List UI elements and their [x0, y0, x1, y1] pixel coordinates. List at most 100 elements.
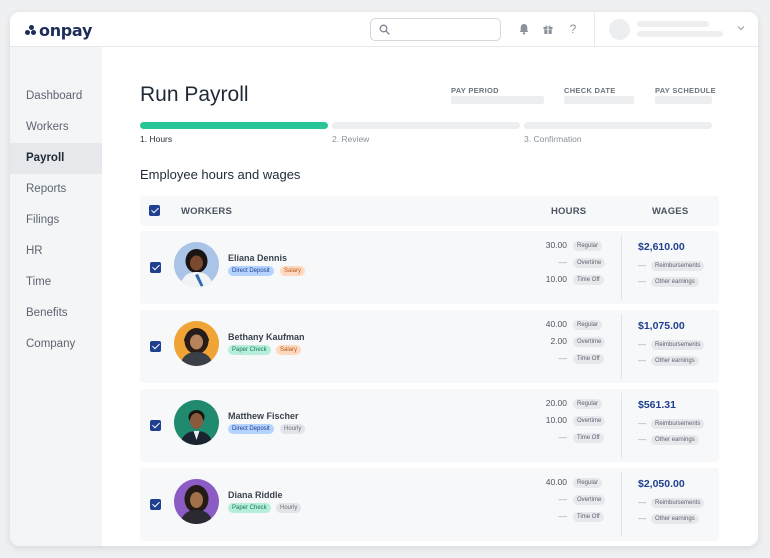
sidebar-item-dashboard[interactable]: Dashboard: [10, 81, 102, 112]
pay-period-label: PAY PERIOD: [451, 86, 499, 95]
section-title: Employee hours and wages: [140, 167, 301, 182]
other-earnings-dash: —: [638, 277, 646, 286]
help-icon[interactable]: ?: [566, 22, 580, 36]
reimbursements-dash: —: [638, 419, 646, 428]
employee-photo: [174, 479, 219, 524]
sidebar-item-payroll[interactable]: Payroll: [10, 143, 102, 174]
wage-total: $1,075.00: [638, 320, 685, 332]
regular-hours-input[interactable]: 30.00: [546, 240, 567, 250]
other-earnings-dash: —: [638, 514, 646, 523]
other-earnings-tag[interactable]: Other earnings: [651, 277, 699, 287]
user-company-placeholder: [637, 31, 723, 37]
step-review-progress: [332, 122, 520, 129]
sidebar-item-time[interactable]: Time: [10, 267, 102, 298]
other-earnings-dash: —: [638, 435, 646, 444]
table-row[interactable]: Eliana Dennis Direct Deposit Salary 30.0…: [140, 231, 719, 304]
row-checkbox[interactable]: [150, 499, 161, 510]
step-hours-label[interactable]: 1. Hours: [140, 134, 172, 144]
reimbursements-dash: —: [638, 498, 646, 507]
payment-method-badge: Direct Deposit: [228, 424, 274, 434]
step-confirmation-label[interactable]: 3. Confirmation: [524, 134, 582, 144]
reimbursements-tag[interactable]: Reimbursements: [651, 419, 705, 429]
check-date-value: [564, 96, 634, 104]
table-row[interactable]: Matthew Fischer Direct Deposit Hourly 20…: [140, 389, 719, 462]
employee-name[interactable]: Bethany Kaufman: [228, 332, 305, 342]
overtime-hours-input[interactable]: 2.00: [550, 336, 567, 346]
sidebar-item-filings[interactable]: Filings: [10, 205, 102, 236]
row-checkbox[interactable]: [150, 262, 161, 273]
overtime-hours-input[interactable]: —: [559, 494, 568, 504]
onpay-logo[interactable]: onpay: [25, 20, 93, 40]
sidebar-nav: Dashboard Workers Payroll Reports Filing…: [10, 47, 102, 546]
logo-mark-icon: [25, 24, 38, 36]
hours-column-header[interactable]: HOURS: [551, 206, 586, 217]
user-name-placeholder: [637, 21, 709, 27]
step-review-label[interactable]: 2. Review: [332, 134, 369, 144]
overtime-tag: Overtime: [573, 495, 606, 505]
other-earnings-tag[interactable]: Other earnings: [651, 514, 699, 524]
sidebar-item-reports[interactable]: Reports: [10, 174, 102, 205]
overtime-hours-input[interactable]: —: [559, 257, 568, 267]
logo-text: onpay: [39, 20, 93, 40]
sidebar-item-hr[interactable]: HR: [10, 236, 102, 267]
table-header: WORKERS HOURS WAGES: [140, 196, 719, 226]
workers-column-header[interactable]: WORKERS: [181, 206, 232, 217]
employee-name[interactable]: Eliana Dennis: [228, 253, 287, 263]
column-divider: [621, 235, 622, 300]
other-earnings-tag[interactable]: Other earnings: [651, 356, 699, 366]
wage-total: $561.31: [638, 399, 676, 411]
reimbursements-dash: —: [638, 340, 646, 349]
wages-column-header[interactable]: WAGES: [652, 206, 688, 217]
employee-photo: [174, 242, 219, 287]
column-divider: [621, 393, 622, 458]
reimbursements-dash: —: [638, 261, 646, 270]
time-off-hours-input[interactable]: —: [559, 353, 568, 363]
overtime-tag: Overtime: [573, 258, 606, 268]
time-off-tag: Time Off: [573, 275, 604, 285]
check-date-label: CHECK DATE: [564, 86, 616, 95]
payment-method-badge: Direct Deposit: [228, 266, 274, 276]
bell-icon[interactable]: [517, 22, 531, 36]
regular-hours-input[interactable]: 40.00: [546, 477, 567, 487]
sidebar-item-workers[interactable]: Workers: [10, 112, 102, 143]
chevron-down-icon[interactable]: [737, 24, 745, 32]
table-row[interactable]: Bethany Kaufman Paper Check Salary 40.00…: [140, 310, 719, 383]
search-input[interactable]: [370, 18, 501, 41]
regular-tag: Regular: [573, 478, 603, 488]
reimbursements-tag[interactable]: Reimbursements: [651, 340, 705, 350]
reimbursements-tag[interactable]: Reimbursements: [651, 498, 705, 508]
gift-icon[interactable]: [541, 22, 555, 36]
user-avatar[interactable]: [609, 19, 630, 40]
regular-hours-input[interactable]: 20.00: [546, 398, 567, 408]
regular-tag: Regular: [573, 241, 603, 251]
topbar-divider: [594, 12, 595, 47]
page-title: Run Payroll: [140, 83, 249, 106]
time-off-tag: Time Off: [573, 354, 604, 364]
table-row[interactable]: Diana Riddle Paper Check Hourly 40.00 Re…: [140, 468, 719, 541]
employee-name[interactable]: Matthew Fischer: [228, 411, 299, 421]
reimbursements-tag[interactable]: Reimbursements: [651, 261, 705, 271]
wage-total: $2,050.00: [638, 478, 685, 490]
pay-period-value: [451, 96, 544, 104]
step-hours-progress: [140, 122, 328, 129]
time-off-hours-input[interactable]: 10.00: [546, 274, 567, 284]
select-all-checkbox[interactable]: [149, 205, 160, 216]
time-off-hours-input[interactable]: —: [559, 432, 568, 442]
top-bar: onpay ?: [10, 12, 758, 47]
overtime-tag: Overtime: [573, 416, 606, 426]
pay-schedule-value: [655, 96, 712, 104]
pay-type-badge: Salary: [276, 345, 302, 355]
app-window: onpay ? Dashboard Workers Payroll Report…: [10, 12, 758, 546]
sidebar-item-company[interactable]: Company: [10, 329, 102, 360]
other-earnings-tag[interactable]: Other earnings: [651, 435, 699, 445]
time-off-hours-input[interactable]: —: [559, 511, 568, 521]
regular-hours-input[interactable]: 40.00: [546, 319, 567, 329]
overtime-hours-input[interactable]: 10.00: [546, 415, 567, 425]
row-checkbox[interactable]: [150, 420, 161, 431]
sidebar-item-benefits[interactable]: Benefits: [10, 298, 102, 329]
pay-type-badge: Hourly: [276, 503, 302, 513]
row-checkbox[interactable]: [150, 341, 161, 352]
employee-name[interactable]: Diana Riddle: [228, 490, 283, 500]
pay-type-badge: Salary: [280, 266, 306, 276]
employee-photo: [174, 321, 219, 366]
